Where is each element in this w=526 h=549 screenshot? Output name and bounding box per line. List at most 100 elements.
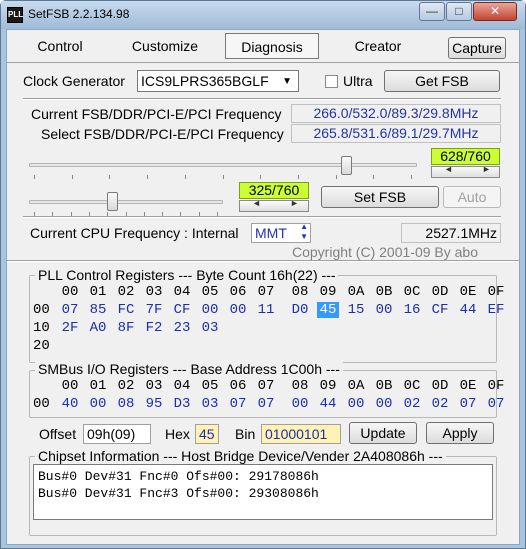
hex-register-cell[interactable]: 44 [457, 302, 479, 318]
hex-register-cell[interactable]: 8F [115, 320, 137, 336]
hex-register-cell[interactable]: 02 [429, 396, 451, 412]
clock-generator-select[interactable]: ICS9LPRS365BGLF ▼ [137, 70, 299, 92]
hex-register-cell[interactable]: 07 [457, 396, 479, 412]
hex-register-cell[interactable]: 00 [345, 396, 367, 412]
slider-tick [162, 212, 164, 216]
hex-register-cell[interactable]: EF [485, 302, 507, 318]
maximize-button[interactable]: □ [446, 2, 472, 21]
hex-register-cell[interactable]: 11 [255, 302, 277, 318]
hex-column-header: 0A [347, 378, 365, 394]
hex-register-cell[interactable]: 85 [87, 302, 109, 318]
hex-column-header: 0B [375, 378, 393, 394]
hex-row-label: 00 [33, 396, 50, 412]
hex-register-cell[interactable]: CF [171, 302, 193, 318]
hex-register-cell[interactable]: 00 [199, 302, 221, 318]
slider-tick [88, 212, 90, 216]
hex-register-cell[interactable]: CF [429, 302, 451, 318]
select-frequency-value: 265.8/531.6/89.1/29.7MHz [291, 124, 501, 143]
hex-register-cell[interactable]: 00 [373, 396, 395, 412]
hex-register-cell[interactable]: 00 [373, 302, 395, 318]
close-button[interactable]: ✕ [473, 2, 517, 21]
hex-register-cell[interactable]: 07 [59, 302, 81, 318]
hex-register-cell[interactable]: 2F [59, 320, 81, 336]
pcie-slider-readout: 325/760 [239, 182, 309, 199]
smbus-registers-title: SMBus I/O Registers --- Base Address 1C0… [35, 361, 343, 377]
tab-creator[interactable]: Creator [333, 33, 423, 59]
hex-register-cell[interactable]: 02 [401, 396, 423, 412]
bin-field[interactable]: 01000101 [261, 424, 341, 444]
hex-register-cell[interactable]: 16 [401, 302, 423, 318]
hex-row-label: 10 [33, 320, 50, 336]
hex-register-cell[interactable]: 7F [143, 302, 165, 318]
hex-register-cell[interactable]: FC [115, 302, 137, 318]
fsb-slider-thumb[interactable] [340, 156, 352, 175]
arrow-right-icon[interactable]: ► [482, 164, 491, 174]
offset-field[interactable]: 09h(09) [83, 424, 151, 444]
hex-register-cell[interactable]: 07 [227, 396, 249, 412]
hex-register-cell[interactable]: 03 [199, 396, 221, 412]
cpu-frequency-label: Current CPU Frequency : Internal [30, 225, 239, 241]
separator [7, 260, 519, 262]
hex-register-cell[interactable]: 40 [59, 396, 81, 412]
update-button[interactable]: Update [349, 422, 417, 444]
tab-customize[interactable]: Customize [119, 33, 211, 59]
arrow-left-icon[interactable]: ◄ [252, 198, 261, 208]
auto-button[interactable]: Auto [443, 186, 501, 208]
pcie-spinner[interactable]: ◄ ► [239, 198, 309, 212]
get-fsb-button[interactable]: Get FSB [384, 70, 500, 92]
title-bar[interactable]: PLL SetFSB 2.2.134.98 — □ ✕ [1, 1, 525, 29]
arrow-left-icon[interactable]: ◄ [444, 164, 453, 174]
app-icon: PLL [7, 7, 23, 23]
hex-data-row: 00 40 00 08 95 D3 03 07 07 00 44 00 00 02 02 07 07 [33, 396, 504, 414]
hex-register-cell[interactable]: 15 [345, 302, 367, 318]
slider-tick [411, 175, 412, 179]
apply-button[interactable]: Apply [426, 422, 494, 444]
hex-register-cell[interactable]: 00 [227, 302, 249, 318]
hex-row-label: 20 [33, 338, 50, 354]
fsb-spinner[interactable]: ◄ ► [431, 164, 500, 178]
hex-register-cell[interactable]: 23 [171, 320, 193, 336]
hex-field[interactable]: 45 [195, 424, 219, 444]
hex-register-cell[interactable]: D0 [289, 302, 311, 318]
slider-tick [335, 175, 337, 179]
clock-generator-value: ICS9LPRS365BGLF [141, 73, 269, 89]
hex-column-header: 0E [459, 284, 477, 300]
chipset-info-line: Bus#0 Dev#31 Fnc#0 Ofs#00: 29178086h [38, 469, 319, 484]
hex-column-header: 0D [431, 284, 449, 300]
pll-registers-title: PLL Control Registers --- Byte Count 16h… [35, 267, 339, 283]
slider-tick [109, 175, 111, 179]
tab-divider [7, 62, 519, 63]
chipset-info-output[interactable]: Bus#0 Dev#31 Fnc#0 Ofs#00: 29178086h Bus… [33, 464, 493, 520]
hex-register-cell[interactable]: 00 [87, 396, 109, 412]
fsb-slider-track[interactable] [29, 163, 417, 167]
hex-register-cell[interactable]: 08 [115, 396, 137, 412]
pcie-slider-thumb[interactable] [107, 192, 119, 211]
set-fsb-button[interactable]: Set FSB [321, 186, 439, 208]
up-down-arrows-icon[interactable]: ▲ ▼ [300, 222, 308, 242]
hex-column-header: 0A [347, 284, 365, 300]
capture-button[interactable]: Capture [448, 37, 506, 59]
hex-register-cell[interactable]: 03 [199, 320, 221, 336]
pll-registers-grid: 00 01 02 03 04 05 06 07 08 09 0A 0B 0C 0D 0E 0F 00 07 85 FC… [33, 284, 504, 356]
arrow-right-icon[interactable]: ► [290, 198, 299, 208]
hex-register-cell[interactable]: 95 [143, 396, 165, 412]
ultra-checkbox[interactable] [325, 75, 338, 88]
minimize-button[interactable]: — [419, 2, 445, 21]
hex-column-header: 05 [201, 284, 219, 300]
hex-register-cell[interactable]: 44 [317, 396, 339, 412]
hex-register-cell[interactable]: D3 [171, 396, 193, 412]
hex-register-cell[interactable]: 07 [485, 396, 507, 412]
hex-label: Hex [165, 426, 190, 442]
pcie-slider-track[interactable] [29, 200, 223, 204]
hex-register-cell[interactable]: 07 [255, 396, 277, 412]
tab-diagnosis[interactable]: Diagnosis [225, 33, 319, 59]
hex-register-cell[interactable]: F2 [143, 320, 165, 336]
hex-register-cell[interactable]: A0 [87, 320, 109, 336]
hex-data-row: 10 2F A0 8F F2 23 03 [33, 320, 499, 338]
separator [23, 98, 501, 100]
cpu-mode-select[interactable]: MMT ▲ ▼ [251, 222, 311, 243]
tab-control[interactable]: Control [13, 33, 107, 59]
hex-register-cell[interactable]: 00 [289, 396, 311, 412]
hex-register-cell[interactable]: 45 [317, 302, 339, 318]
slider-tick [222, 175, 224, 179]
